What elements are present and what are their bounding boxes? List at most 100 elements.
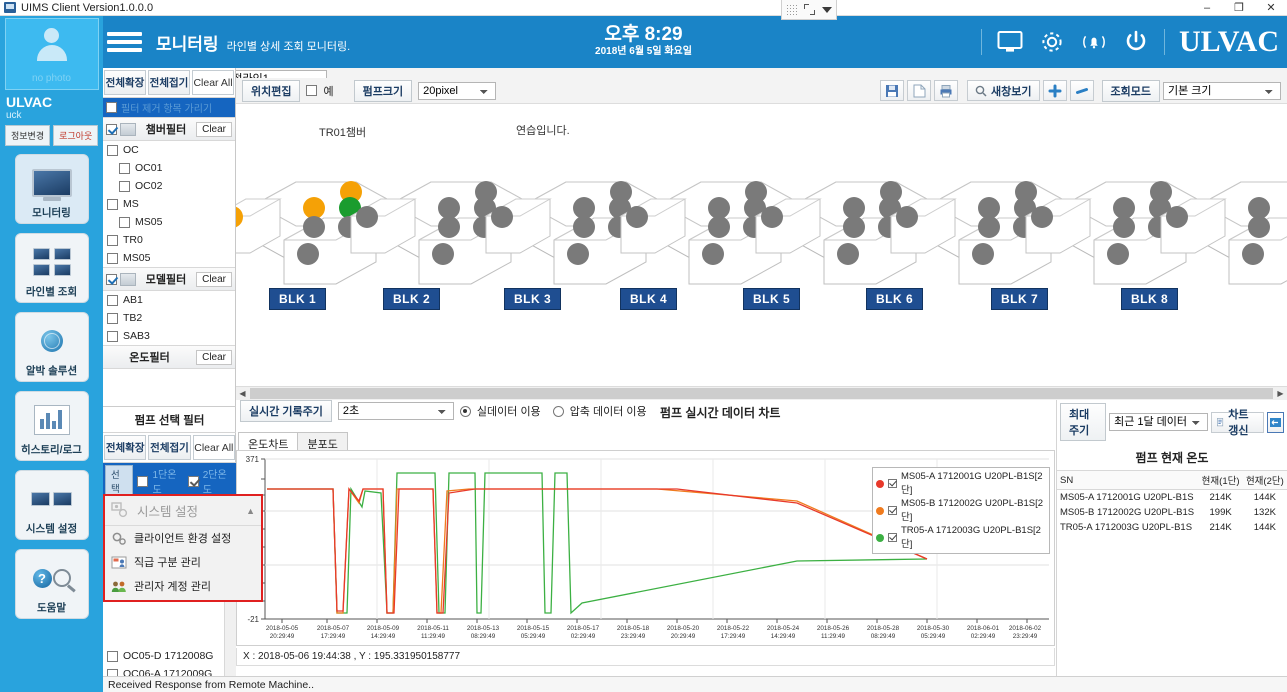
hamburger-menu-icon[interactable] [107,28,142,56]
logout-button[interactable]: 로그아웃 [53,125,99,146]
checkbox[interactable] [119,180,130,192]
pump-list-item[interactable]: OC05-D 1712008G [103,647,236,665]
pump-clear-all-button[interactable]: Clear All [192,435,235,460]
plus-icon[interactable] [1042,80,1067,101]
real-data-radio[interactable] [459,405,471,417]
chamber-clear-button[interactable]: Clear [196,121,232,137]
stage2-checkbox[interactable] [187,475,199,487]
chamber-color-swatch[interactable] [120,122,136,136]
clear-all-button[interactable]: Clear All [192,70,234,95]
pump-layout-diagram[interactable]: TR01챔버 연습입니다. BLK 1 BLK 2 BLK 3 BLK 4 BL… [236,104,1287,392]
sidebar-item-ulvac-solution[interactable]: 알박 솔루션 [14,312,89,382]
series-checkbox[interactable] [888,506,897,515]
group-header-temperature[interactable]: 온도필터 Clear [103,345,235,369]
change-info-button[interactable]: 정보변경 [5,125,51,146]
menu-item-rank-management[interactable]: 직급 구분 관리 [105,550,261,574]
filter-item[interactable]: OC02 [103,177,235,195]
power-icon[interactable] [1122,28,1150,56]
filter-item[interactable]: TR0 [103,231,235,249]
stage1-checkbox[interactable] [137,475,149,487]
chevron-up-icon[interactable]: ▲ [246,506,255,516]
filter-item[interactable]: MS05 [103,213,235,231]
gear-icon[interactable] [1038,28,1066,56]
document-icon[interactable] [907,80,932,101]
scroll-left-icon[interactable]: ◀ [236,389,249,398]
period-select[interactable]: 최근 1달 데이터 [1109,413,1209,431]
group-header-chamber[interactable]: 챔버필터 Clear [103,117,235,141]
checkbox[interactable] [107,330,118,342]
maximize-button[interactable]: ❐ [1223,0,1255,16]
close-button[interactable]: ✕ [1255,0,1287,16]
position-edit-button[interactable]: 위치편집 [242,79,301,102]
block-label-8[interactable]: BLK 8 [1121,288,1179,310]
checkbox[interactable] [107,234,118,246]
refresh-chart-button[interactable]: 차트 갱신 [1211,409,1264,437]
temperature-clear-button[interactable]: Clear [196,349,232,365]
legend-row[interactable]: TR05-A 1712003G U20PL-B1S[2단] [876,524,1046,551]
diagram-horizontal-scrollbar[interactable]: ◀ ▶ [236,386,1287,400]
pump-collapse-all-button[interactable]: 전체접기 [148,435,191,460]
checkbox[interactable] [119,162,130,174]
pump-size-select[interactable]: 20pixel [418,81,497,100]
hide-removed-checkbox[interactable] [106,102,117,113]
expand-icon[interactable] [803,4,815,15]
block-label-7[interactable]: BLK 7 [991,288,1049,310]
group-header-model[interactable]: 모델필터 Clear [103,267,235,291]
print-icon[interactable] [934,80,959,101]
bell-icon[interactable] [1080,28,1108,56]
legend-row[interactable]: MS05-A 1712001G U20PL-B1S[2단] [876,470,1046,497]
filter-item[interactable]: AB1 [103,291,235,309]
sidebar-item-monitoring[interactable]: 모니터링 [14,154,89,224]
series-checkbox[interactable] [888,479,897,488]
filter-item[interactable]: SAB3 [103,327,235,345]
chart-legend[interactable]: MS05-A 1712001G U20PL-B1S[2단] MS05-B 171… [872,467,1050,554]
window-float-controls[interactable] [781,0,837,20]
compressed-data-radio[interactable] [552,405,564,417]
block-label-4[interactable]: BLK 4 [620,288,678,310]
chamber-group-checkbox[interactable] [106,123,117,135]
position-edit-checkbox[interactable] [306,85,318,96]
legend-row[interactable]: MS05-B 1712002G U20PL-B1S[2단] [876,497,1046,524]
checkbox[interactable] [107,312,118,324]
save-icon[interactable] [880,80,905,101]
filter-item[interactable]: MS [103,195,235,213]
filter-item[interactable]: OC01 [103,159,235,177]
checkbox[interactable] [107,650,118,662]
block-label-5[interactable]: BLK 5 [743,288,801,310]
menu-item-client-env-settings[interactable]: 클라이언트 환경 설정 [105,526,261,550]
block-label-6[interactable]: BLK 6 [866,288,924,310]
model-clear-button[interactable]: Clear [196,271,232,287]
pump-expand-all-button[interactable]: 전체확장 [104,435,147,460]
block-label-3[interactable]: BLK 3 [504,288,562,310]
avatar[interactable]: no photo [4,18,99,90]
checkbox[interactable] [107,252,118,264]
checkbox[interactable] [107,144,118,156]
record-interval-select[interactable]: 2초 [337,402,454,420]
series-checkbox[interactable] [888,533,897,542]
sidebar-item-line-query[interactable]: 라인별 조회 [14,233,89,303]
sidebar-item-history-log[interactable]: 히스토리/로그 [14,391,89,461]
block-label-1[interactable]: BLK 1 [269,288,327,310]
monitor-icon[interactable] [996,28,1024,56]
checkbox[interactable] [107,198,118,210]
select-label[interactable]: 선택 [105,465,134,497]
chevron-down-icon[interactable] [822,6,833,13]
scrollbar-thumb[interactable] [250,388,1273,399]
block-label-2[interactable]: BLK 2 [383,288,441,310]
system-settings-popup-menu[interactable]: 시스템 설정 ▲ 클라이언트 환경 설정 직급 구분 관리 관리자 계정 관리 [103,494,263,602]
scroll-right-icon[interactable]: ▶ [1274,389,1287,398]
model-group-checkbox[interactable] [106,273,117,285]
table-row[interactable]: TR05-A 1712003G U20PL-B1S 214K 144K [1057,520,1287,535]
checkbox[interactable] [119,216,130,228]
sidebar-item-help[interactable]: ? 도움말 [14,549,89,619]
expand-icon[interactable] [1266,411,1284,433]
expand-all-button[interactable]: 전체확장 [104,70,146,95]
filter-item[interactable]: MS05 [103,249,235,267]
sidebar-item-system-settings[interactable]: 시스템 설정 [14,470,89,540]
filter-item[interactable]: OC [103,141,235,159]
grip-icon[interactable] [785,4,797,15]
minus-icon[interactable] [1069,80,1094,101]
new-window-button[interactable]: 새창보기 [967,80,1040,101]
minimize-button[interactable]: – [1191,0,1223,16]
hide-removed-row[interactable]: 필터 제거 항목 가리기 [103,98,235,117]
